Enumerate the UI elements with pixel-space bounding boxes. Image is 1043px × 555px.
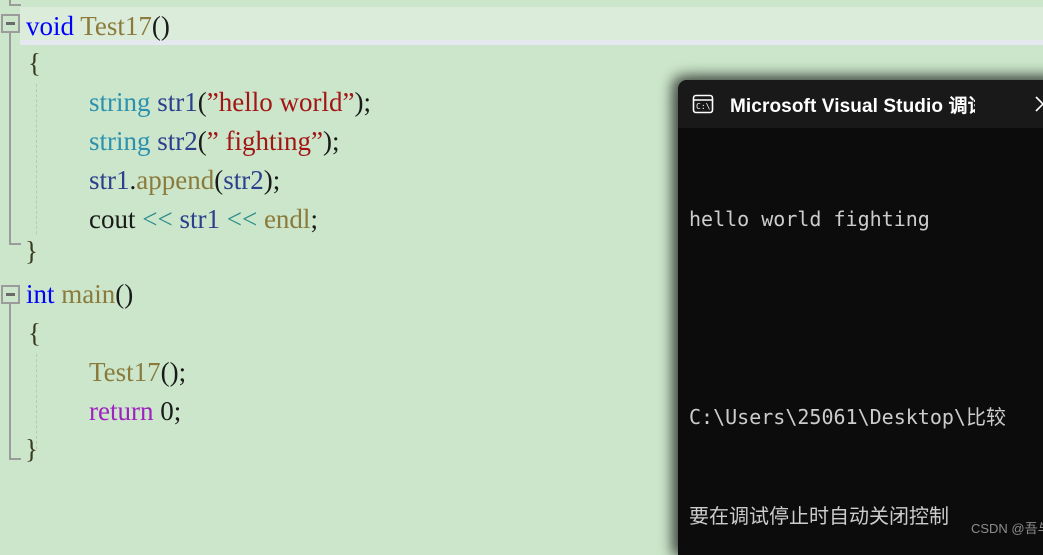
code-line-8: int main(): [26, 275, 133, 314]
token-ident-cout: cout: [89, 204, 136, 234]
console-line-path: C:\Users\25061\Desktop\比较: [689, 405, 1006, 429]
token-fn-main: main: [61, 279, 116, 309]
token-parens: (): [151, 11, 170, 41]
code-line-1: void Test17(): [26, 7, 170, 46]
token-fn-test17: Test17: [80, 11, 152, 41]
token-ident-str2-arg: str2: [223, 165, 264, 195]
token-string-hello-world: ”hello world”: [206, 87, 355, 117]
console-titlebar[interactable]: C:\ Microsoft Visual Studio 调试控: [678, 80, 1043, 128]
token-type-string-2: string: [89, 126, 151, 156]
console-cmd-icon: C:\: [690, 91, 716, 117]
token-ident-endl: endl: [263, 204, 311, 234]
token-number-zero: 0: [160, 396, 174, 426]
token-fn-test17-call: Test17: [89, 357, 161, 387]
token-type-string-1: string: [89, 87, 151, 117]
close-icon[interactable]: [1030, 91, 1043, 117]
token-op-shift-2: <<: [226, 204, 258, 234]
token-ident-str1-out: str1: [179, 204, 220, 234]
code-line-4: string str2(” fighting”);: [89, 126, 340, 156]
console-window[interactable]: C:\ Microsoft Visual Studio 调试控 hello wo…: [678, 80, 1043, 555]
code-line-7: }: [25, 236, 38, 266]
code-line-6: cout << str1 << endl;: [89, 204, 318, 234]
token-fn-append: append: [136, 165, 215, 195]
token-parens-main: (): [115, 279, 134, 309]
code-line-9: {: [28, 318, 41, 348]
console-window-title: Microsoft Visual Studio 调试控: [730, 95, 975, 117]
code-line-3: string str1(”hello world”);: [89, 87, 371, 117]
code-line-10: Test17();: [89, 357, 187, 387]
token-keyword-void: void: [26, 11, 75, 41]
token-ident-str1-call: str1: [89, 165, 130, 195]
console-line-1: hello world fighting: [689, 207, 930, 231]
token-op-shift-1: <<: [142, 204, 173, 234]
csdn-watermark: CSDN @吾与C: [970, 521, 1043, 536]
code-line-2: {: [28, 48, 41, 78]
code-line-5: str1.append(str2);: [89, 165, 281, 195]
token-string-fighting: ” fighting”: [206, 126, 323, 156]
screenshot-root: void Test17() { string str1(”hello world…: [0, 0, 1043, 555]
code-line-11: return 0;: [89, 396, 182, 426]
token-ident-str1-decl: str1: [157, 87, 198, 117]
code-line-12: }: [25, 434, 38, 464]
svg-text:C:\: C:\: [696, 102, 711, 111]
token-keyword-int: int: [26, 279, 55, 309]
token-ident-str2-decl: str2: [157, 126, 198, 156]
token-keyword-return: return: [89, 396, 154, 426]
console-output[interactable]: hello world fighting C:\Users\25061\Desk…: [678, 128, 1043, 555]
